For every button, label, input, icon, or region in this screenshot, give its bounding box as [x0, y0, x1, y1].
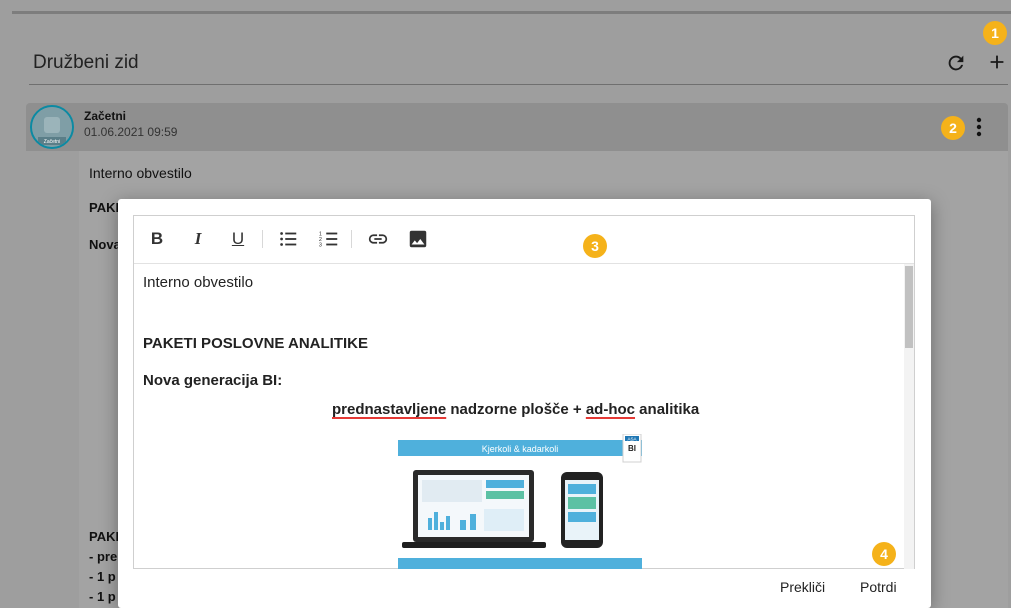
plus-icon[interactable] — [986, 51, 1008, 73]
svg-text:3: 3 — [319, 242, 322, 248]
cancel-button[interactable]: Prekliči — [780, 579, 825, 595]
post-text-line: PAKI — [89, 529, 120, 544]
post-text-line: - pre — [89, 549, 118, 564]
badge-3: 3 — [583, 234, 607, 258]
badge-1: 1 — [983, 21, 1007, 45]
toolbar-separator — [351, 230, 352, 248]
svg-text:ASA: ASA — [627, 437, 636, 442]
spellcheck-word: prednastavljene — [332, 401, 447, 418]
refresh-icon[interactable] — [945, 52, 967, 74]
content-image[interactable]: Kjerkoli & kadarkoli ASA BI — [398, 434, 648, 569]
content-subheading: Nova generacija BI: — [143, 372, 283, 389]
post-text-line: PAKI — [89, 200, 120, 215]
numbered-list-icon[interactable]: 1 2 3 — [318, 228, 340, 250]
top-divider — [12, 11, 1011, 14]
avatar-image: Začetni — [32, 107, 72, 147]
spellcheck-word: ad-hoc — [585, 401, 636, 418]
avatar: Začetni — [30, 105, 74, 149]
post-text-line: Nova — [89, 237, 121, 252]
link-icon[interactable] — [367, 228, 389, 250]
badge-4: 4 — [872, 542, 896, 566]
post-author: Začetni — [84, 109, 127, 123]
underline-button[interactable]: U — [230, 228, 246, 250]
post-text-line: Interno obvestilo — [89, 165, 192, 181]
kebab-icon[interactable] — [972, 116, 986, 138]
content-heading: PAKETI POSLOVNE ANALITIKE — [143, 335, 369, 352]
title-divider — [29, 84, 1008, 85]
editor-toolbar: B I U 1 2 3 — [134, 216, 914, 264]
svg-text:BI: BI — [628, 444, 636, 453]
image-icon[interactable] — [407, 228, 429, 250]
scroll-thumb[interactable] — [905, 266, 913, 348]
post-text-line: - 1 p — [89, 589, 116, 604]
content-line: Interno obvestilo — [143, 274, 254, 291]
bulleted-list-icon[interactable] — [277, 228, 299, 250]
post-date: 01.06.2021 09:59 — [84, 125, 178, 139]
svg-text:Začetni: Začetni — [44, 139, 60, 145]
italic-button[interactable]: I — [190, 228, 206, 250]
page-title: Družbeni zid — [33, 52, 139, 73]
editor-scrollbar[interactable] — [904, 264, 914, 569]
social-wall-page: Družbeni zid 1 Začetni Začetni 01.06.202… — [0, 0, 1011, 608]
editor-content[interactable]: Interno obvestilo PAKETI POSLOVNE ANALIT… — [134, 264, 904, 569]
badge-2: 2 — [941, 116, 965, 140]
post-text-line: - 1 p — [89, 569, 116, 584]
tagline-text: analitika — [635, 401, 700, 418]
svg-text:Kjerkoli & kadarkoli: Kjerkoli & kadarkoli — [482, 444, 559, 454]
confirm-button[interactable]: Potrdi — [860, 579, 897, 595]
content-tagline: prednastavljene nadzorne plošče + ad-hoc… — [332, 401, 699, 418]
bold-button[interactable]: B — [149, 228, 165, 250]
toolbar-separator — [262, 230, 263, 248]
tagline-text: nadzorne plošče + — [446, 401, 586, 418]
rich-text-editor[interactable]: B I U 1 2 3 Interno obvestilo PAKETI POS… — [133, 215, 915, 569]
